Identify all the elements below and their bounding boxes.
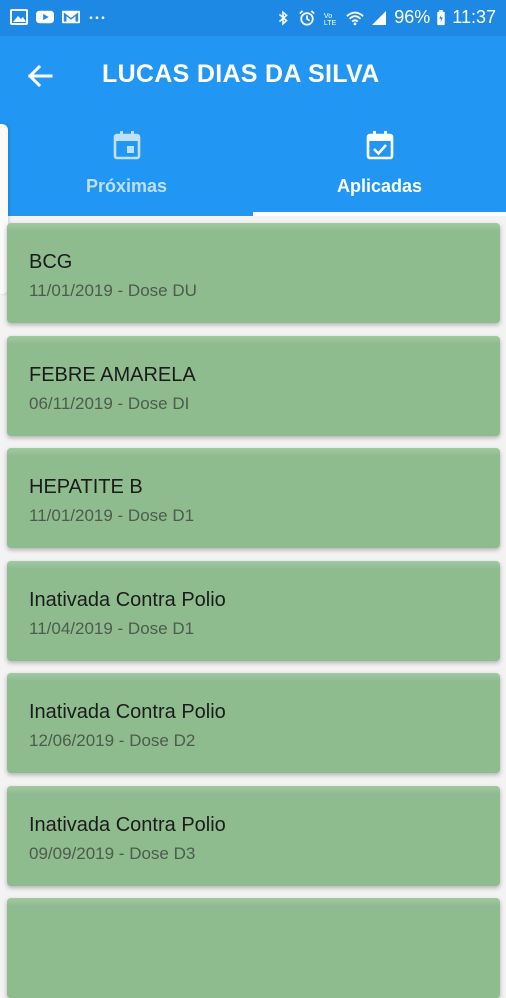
more-notifications-icon [89, 16, 105, 20]
status-bar: Vo LTE 96% 11:37 [0, 0, 506, 36]
gmail-notification-icon [62, 10, 80, 24]
vaccine-card[interactable]: Inativada Contra Polio 09/09/2019 - Dose… [7, 786, 500, 886]
calendar-check-icon [366, 131, 393, 160]
tab-aplicadas[interactable]: Aplicadas [253, 116, 506, 216]
tab-proximas[interactable]: Próximas [0, 116, 253, 216]
vaccine-dose-date: 11/01/2019 - Dose DU [29, 281, 197, 300]
system-status: Vo LTE 96% 11:37 [274, 7, 496, 28]
vaccine-name: FEBRE AMARELA [29, 364, 196, 386]
battery-icon [437, 9, 446, 25]
calendar-icon [113, 131, 140, 160]
tab-bar: Próximas Aplicadas [0, 116, 506, 216]
tab-aplicadas-label: Aplicadas [336, 176, 423, 196]
vaccine-name: HEPATITE B [29, 476, 143, 498]
signal-icon [372, 10, 387, 25]
alarm-icon [299, 9, 315, 26]
vaccine-dose-date: 11/01/2019 - Dose D1 [29, 506, 195, 525]
vaccine-dose-date: 06/11/2019 - Dose DI [29, 394, 190, 413]
vaccine-card[interactable]: HEPATITE B 11/01/2019 - Dose D1 [7, 448, 500, 548]
vaccine-dose-date: 09/09/2019 - Dose D3 [29, 844, 196, 863]
vaccine-card-partial[interactable] [7, 898, 500, 998]
clock: 11:37 [452, 7, 496, 27]
youtube-notification-icon [36, 10, 54, 24]
svg-text:LTE: LTE [324, 19, 337, 26]
notification-icons [10, 9, 106, 25]
back-button[interactable] [20, 58, 60, 94]
vaccine-card[interactable]: Inativada Contra Polio 11/04/2019 - Dose… [7, 561, 500, 661]
image-notification-icon [10, 9, 28, 25]
vaccine-name: Inativada Contra Polio [29, 814, 226, 836]
page-title: LUCAS DIAS DA SILVA [102, 60, 380, 88]
vaccine-name: Inativada Contra Polio [29, 701, 226, 723]
vaccine-dose-date: 11/04/2019 - Dose D1 [29, 619, 195, 638]
battery-percent: 96% [394, 7, 431, 27]
vaccine-card[interactable]: FEBRE AMARELA 06/11/2019 - Dose DI [7, 336, 500, 436]
vaccine-card[interactable]: BCG 11/01/2019 - Dose DU [7, 223, 500, 323]
tab-proximas-label: Próximas [85, 176, 168, 196]
volte-icon: Vo LTE [324, 12, 337, 26]
vaccine-dose-date: 12/06/2019 - Dose D2 [29, 731, 196, 750]
wifi-icon [346, 11, 364, 25]
vaccine-name: BCG [29, 251, 73, 273]
vaccine-list: BCG 11/01/2019 - Dose DU FEBRE AMARELA 0… [0, 216, 506, 998]
vaccine-card[interactable]: Inativada Contra Polio 12/06/2019 - Dose… [7, 673, 500, 773]
arrow-back-icon [27, 64, 53, 88]
bluetooth-icon [279, 9, 289, 26]
vaccine-name: Inativada Contra Polio [29, 589, 226, 611]
app-bar: LUCAS DIAS DA SILVA [0, 36, 506, 116]
